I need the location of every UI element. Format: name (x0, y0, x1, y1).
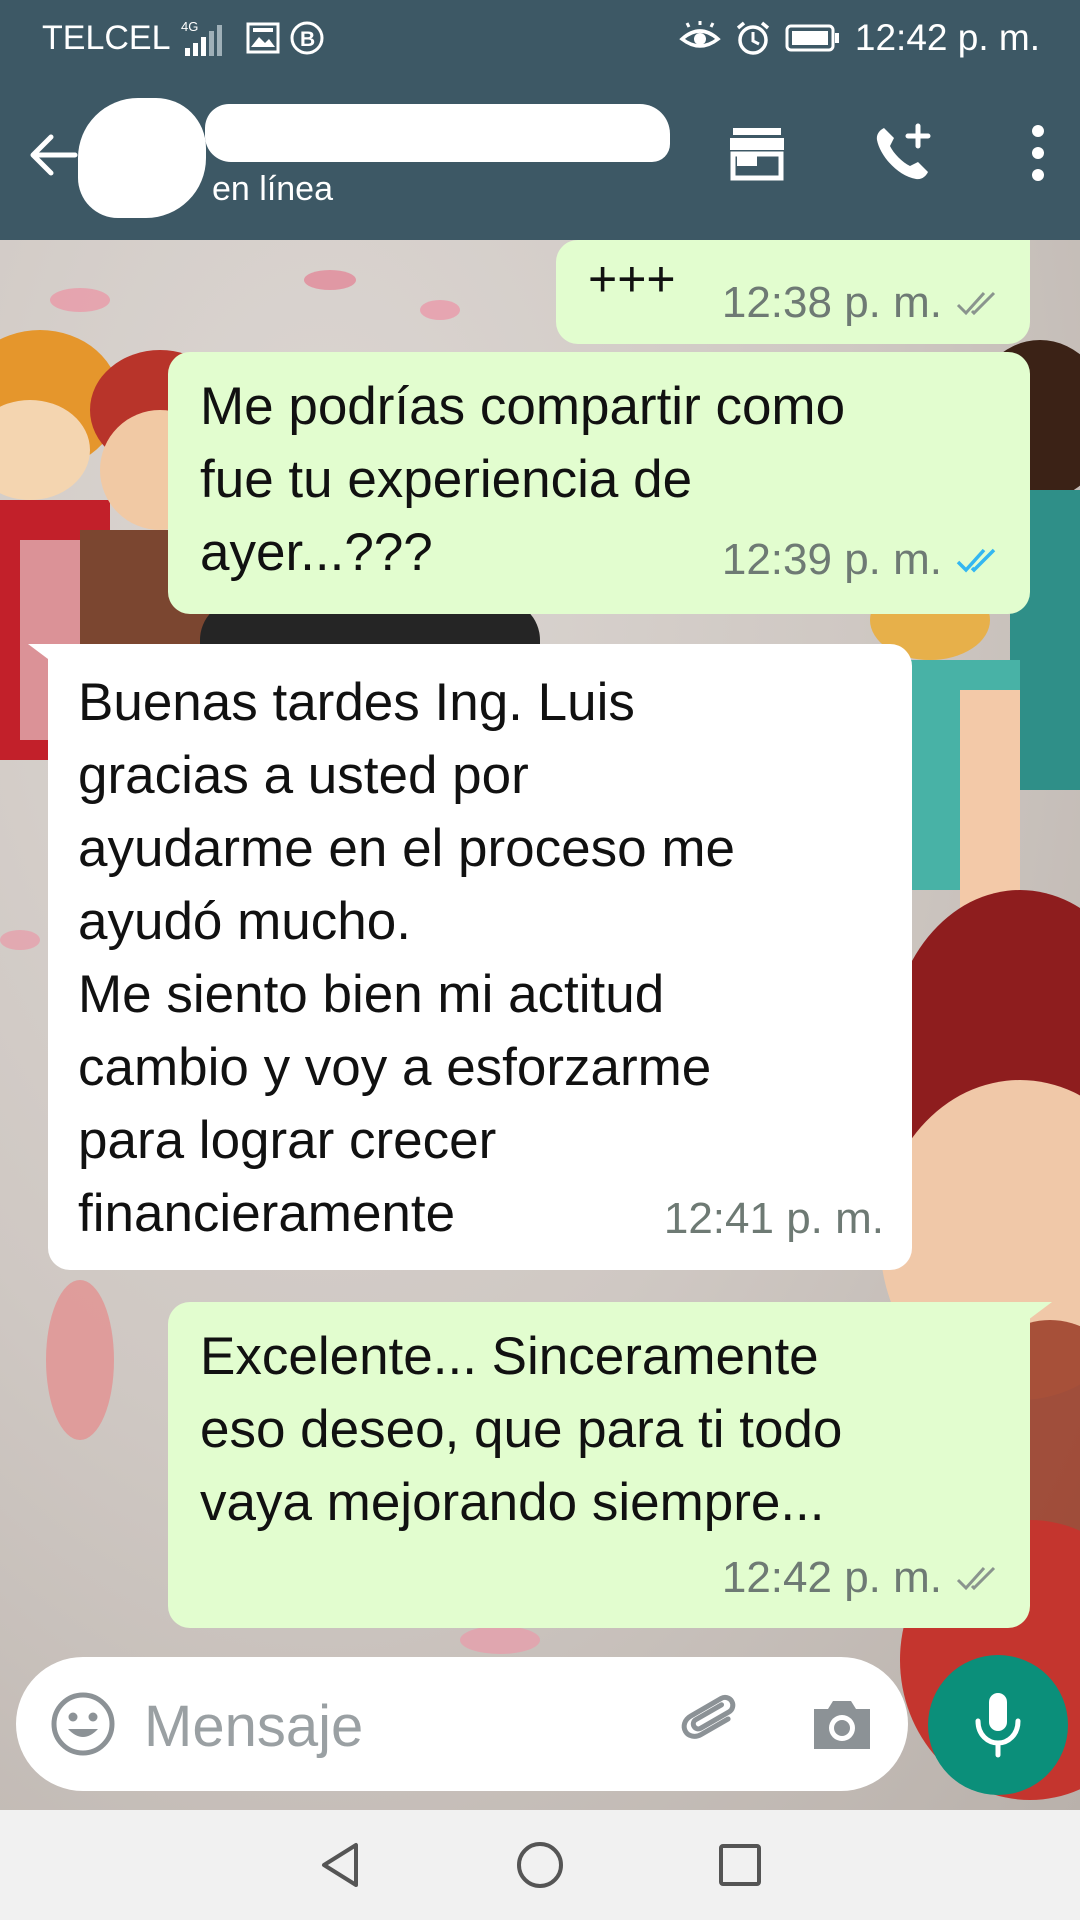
message-time: 12:38 p. m. (721, 278, 942, 327)
status-bar-left: TELCEL 4G B (42, 18, 325, 58)
network-type-label: 4G (181, 19, 198, 34)
emoji-icon (51, 1692, 115, 1756)
attach-button[interactable] (676, 1689, 748, 1761)
message-input[interactable]: Mensaje (144, 1693, 363, 1760)
message-meta: 12:42 p. m. (200, 1553, 1002, 1603)
message-meta: 12:38 p. m. (722, 250, 1002, 328)
double-check-blue-icon (956, 548, 996, 573)
emoji-button[interactable] (44, 1685, 122, 1763)
svg-text:B: B (300, 28, 315, 51)
avatar[interactable] (78, 98, 206, 218)
gallery-notification-icon (245, 21, 281, 55)
system-navigation-bar (0, 1810, 1080, 1920)
camera-icon (814, 1701, 870, 1749)
more-options-button[interactable] (1018, 118, 1058, 188)
camera-button[interactable] (806, 1689, 878, 1761)
more-vert-icon (1032, 125, 1044, 181)
store-icon (730, 128, 784, 181)
add-call-button[interactable] (868, 118, 938, 188)
app-header: TELCEL 4G B 12:42 p. m. en línea (0, 0, 1080, 240)
message-input-bar: Mensaje (16, 1657, 908, 1791)
message-text: Buenas tardes Ing. Luis gracias a usted … (78, 673, 735, 1243)
status-time: 12:42 p. m. (854, 17, 1040, 58)
b-notification-icon: B (289, 20, 325, 56)
contact-status: en línea (212, 170, 333, 208)
battery-icon (785, 23, 841, 53)
double-check-gray-icon (956, 1566, 996, 1591)
nav-home-button[interactable] (510, 1835, 570, 1895)
carrier-label: TELCEL (42, 18, 171, 57)
back-arrow-icon (30, 134, 78, 176)
contact-name-redacted[interactable] (205, 104, 670, 162)
message-time: 12:41 p. m. (663, 1194, 884, 1243)
double-check-gray-icon (956, 291, 996, 316)
message-bubble-outgoing[interactable]: +++ 12:38 p. m. (556, 240, 1030, 344)
signal-icon: 4G (179, 18, 237, 58)
eye-comfort-icon (679, 21, 721, 55)
message-bubble-outgoing[interactable]: Excelente... Sinceramente eso deseo, que… (168, 1302, 1030, 1628)
alarm-icon (735, 20, 771, 56)
status-bar-right: 12:42 p. m. (679, 16, 1040, 60)
message-bubble-incoming[interactable]: Buenas tardes Ing. Luis gracias a usted … (48, 644, 912, 1270)
whatsapp-chat-screen: TELCEL 4G B 12:42 p. m. en línea +++ 12:… (0, 0, 1080, 1920)
message-time: 12:42 p. m. (721, 1553, 942, 1602)
back-triangle-icon (322, 1843, 358, 1887)
message-time: 12:39 p. m. (721, 535, 942, 584)
nav-back-button[interactable] (310, 1835, 370, 1895)
mic-icon (975, 1693, 1021, 1758)
add-call-icon (876, 123, 931, 180)
message-bubble-outgoing[interactable]: Me podrías compartir como fue tu experie… (168, 352, 1030, 614)
attach-icon (681, 1694, 736, 1739)
catalog-button[interactable] (722, 118, 792, 188)
recents-square-icon (719, 1844, 761, 1886)
message-text: +++ (588, 251, 676, 307)
nav-recents-button[interactable] (710, 1835, 770, 1895)
home-circle-icon (517, 1842, 563, 1888)
header-actions (722, 118, 1058, 188)
message-text: Excelente... Sinceramente eso deseo, que… (200, 1327, 843, 1532)
voice-message-button[interactable] (928, 1655, 1068, 1795)
